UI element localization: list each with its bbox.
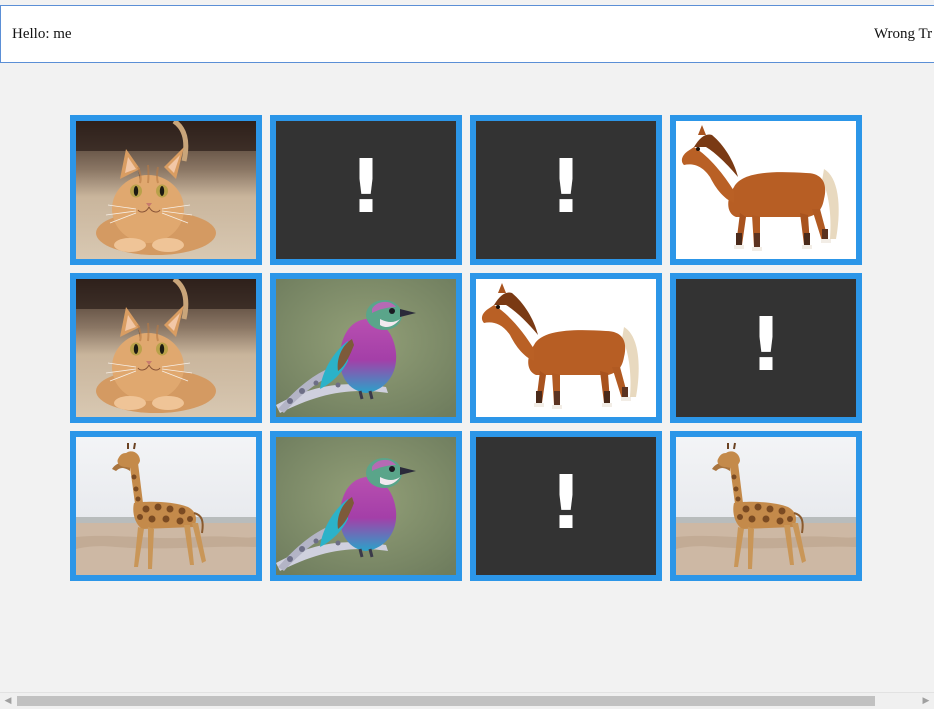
header-bar: Hello: me Wrong Tr: [0, 5, 934, 63]
horse-image: [676, 121, 856, 259]
scroll-right-arrow-icon[interactable]: ▶: [918, 693, 934, 709]
card-cat[interactable]: [70, 115, 262, 265]
scrollbar-thumb[interactable]: [17, 696, 875, 706]
giraffe-image: [676, 437, 856, 575]
wrong-tries-label: Wrong Tr: [874, 26, 933, 42]
cat-image: [76, 279, 256, 417]
scroll-left-arrow-icon[interactable]: ◀: [0, 693, 16, 709]
card-hidden[interactable]: !: [670, 273, 862, 423]
horizontal-scrollbar[interactable]: ◀ ▶: [0, 692, 934, 709]
horse-image: [476, 279, 656, 417]
bird-image: [276, 279, 456, 417]
exclamation-icon: !: [549, 460, 583, 547]
card-bird[interactable]: [270, 431, 462, 581]
cat-image: [76, 121, 256, 259]
memory-board: !! ! !: [70, 115, 862, 581]
card-hidden[interactable]: !: [470, 431, 662, 581]
giraffe-image: [76, 437, 256, 575]
card-giraffe[interactable]: [70, 431, 262, 581]
greeting-text: Hello: me: [12, 26, 72, 42]
card-hidden[interactable]: !: [470, 115, 662, 265]
card-hidden[interactable]: !: [270, 115, 462, 265]
card-giraffe[interactable]: [670, 431, 862, 581]
card-horse[interactable]: [670, 115, 862, 265]
card-cat[interactable]: [70, 273, 262, 423]
exclamation-icon: !: [749, 302, 783, 389]
exclamation-icon: !: [549, 144, 583, 231]
page: Hello: me Wrong Tr ! ! ! ! ◀ ▶: [0, 0, 934, 709]
card-bird[interactable]: [270, 273, 462, 423]
bird-image: [276, 437, 456, 575]
card-horse[interactable]: [470, 273, 662, 423]
exclamation-icon: !: [349, 144, 383, 231]
